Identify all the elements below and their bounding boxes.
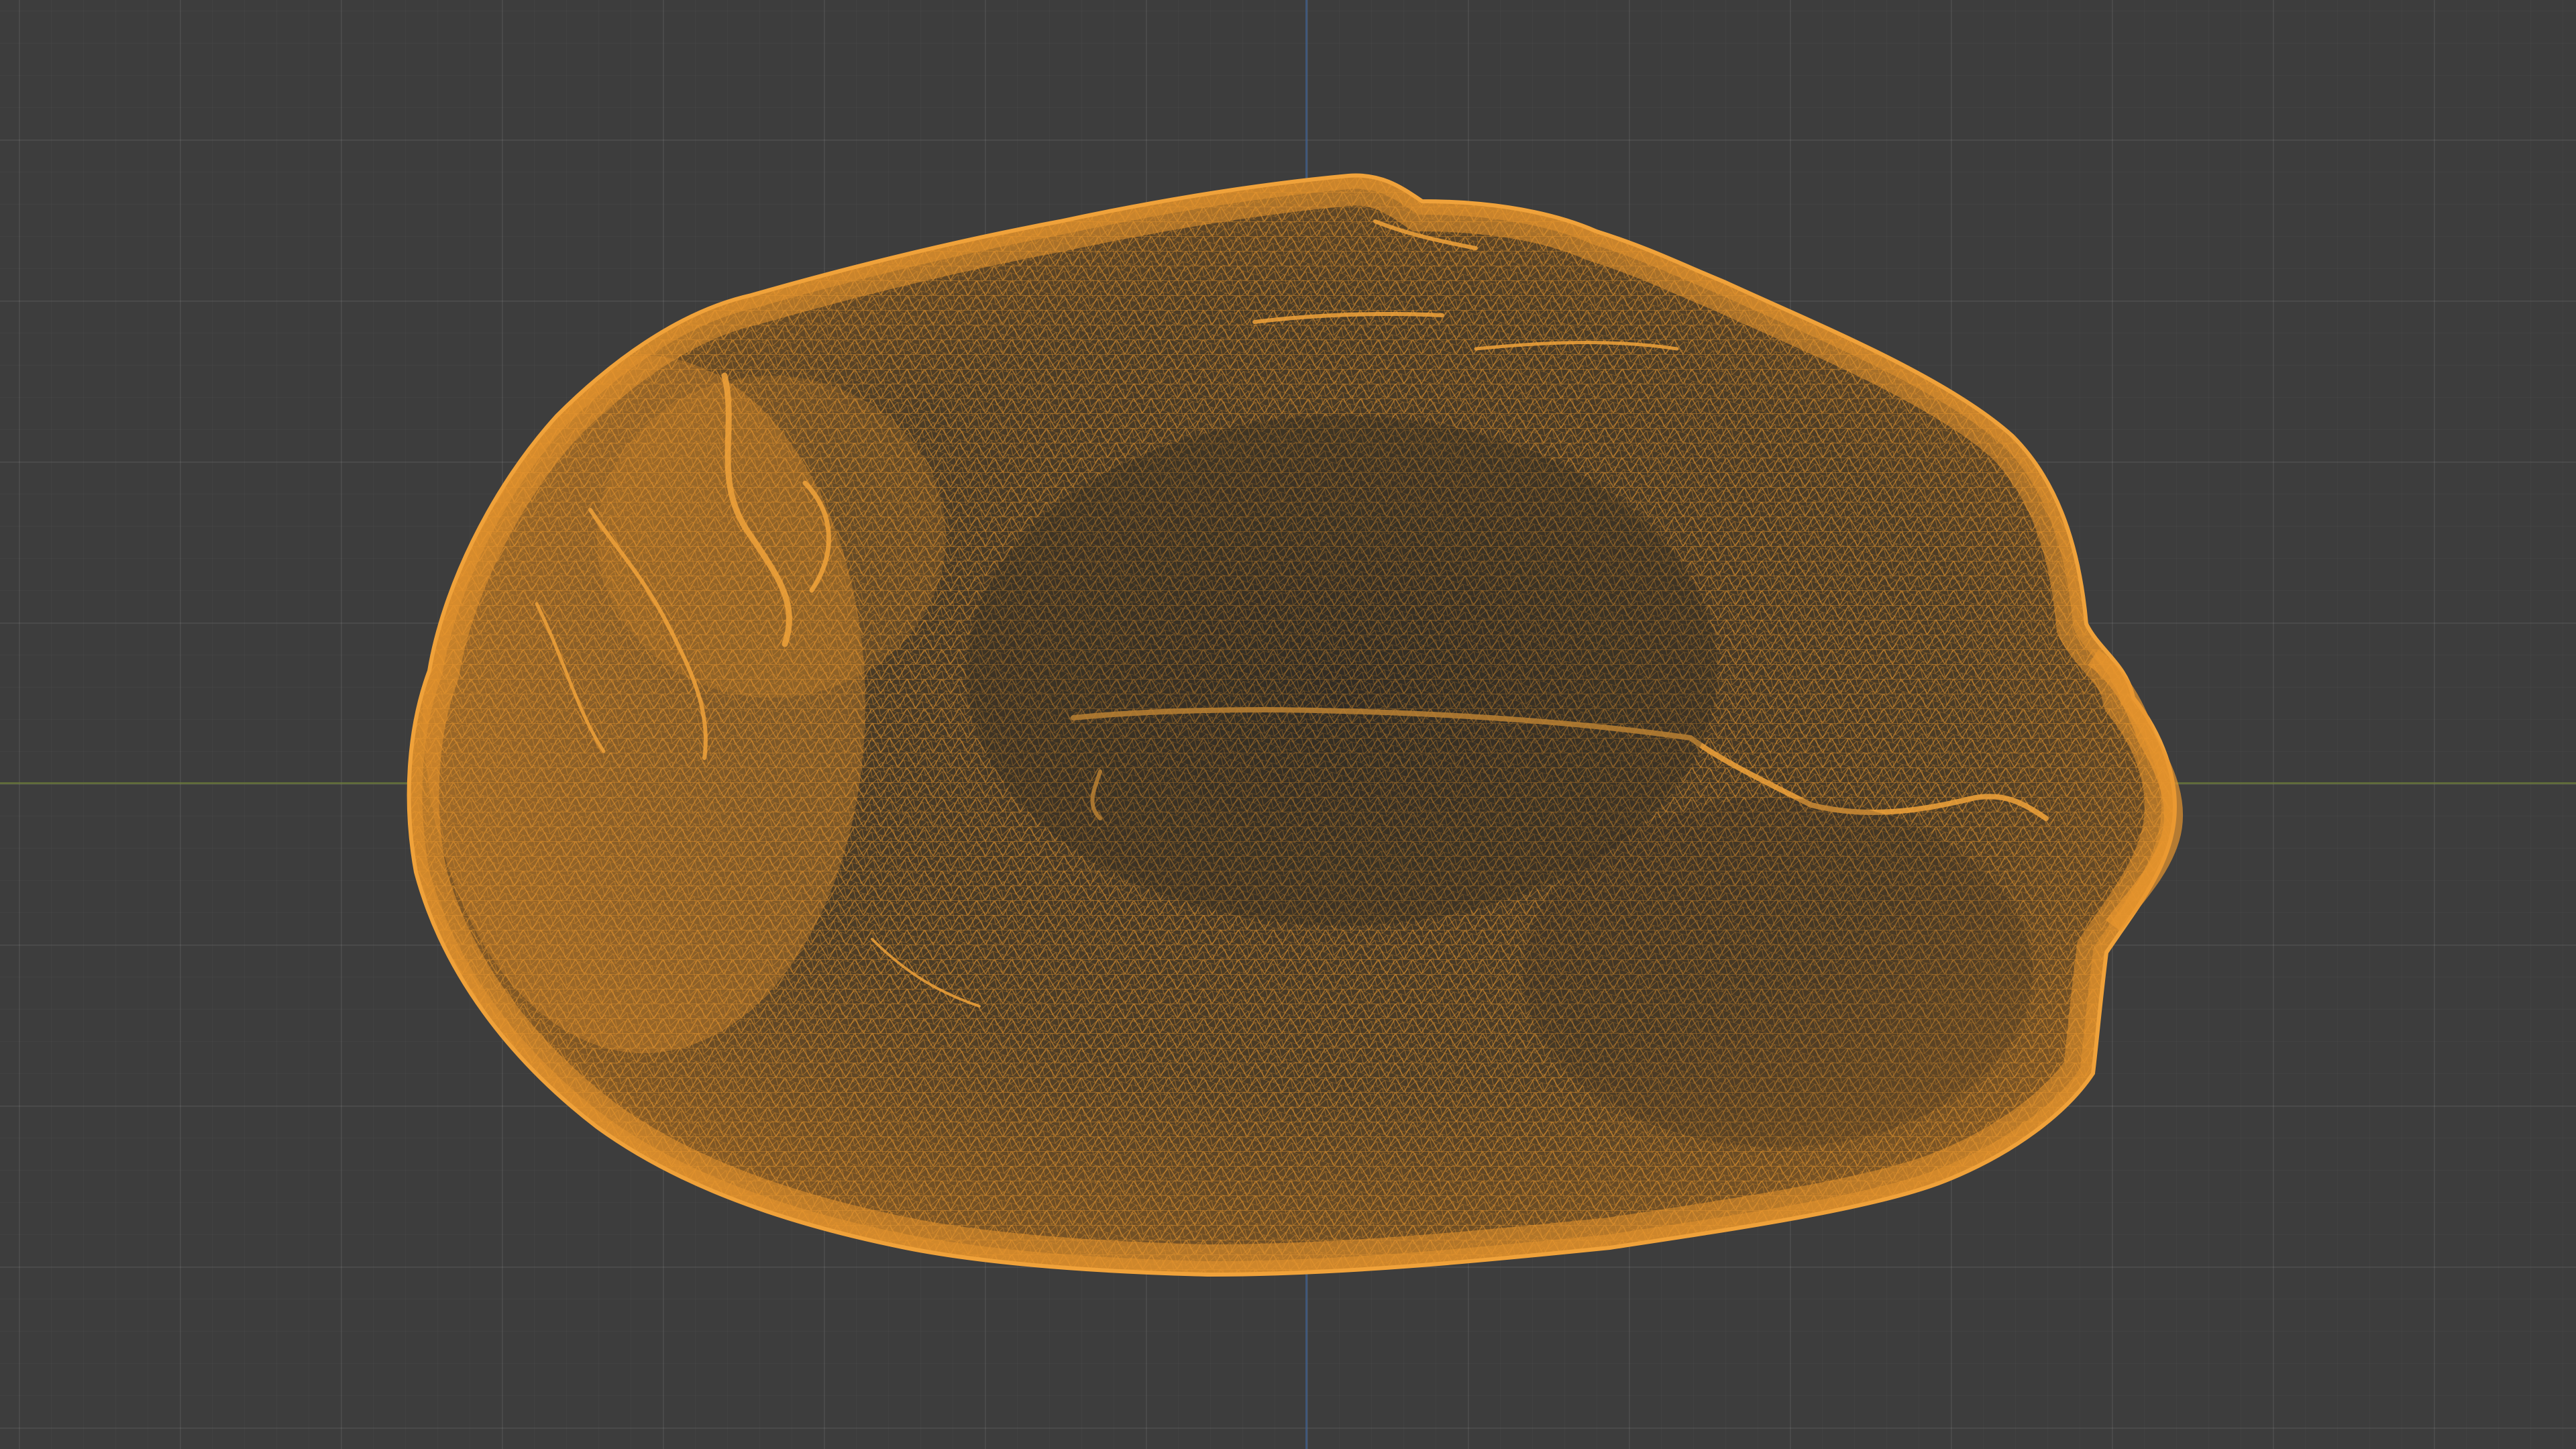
3d-viewport[interactable]: [0, 0, 2576, 1449]
mesh-wireframe-icon[interactable]: [0, 0, 2576, 1449]
